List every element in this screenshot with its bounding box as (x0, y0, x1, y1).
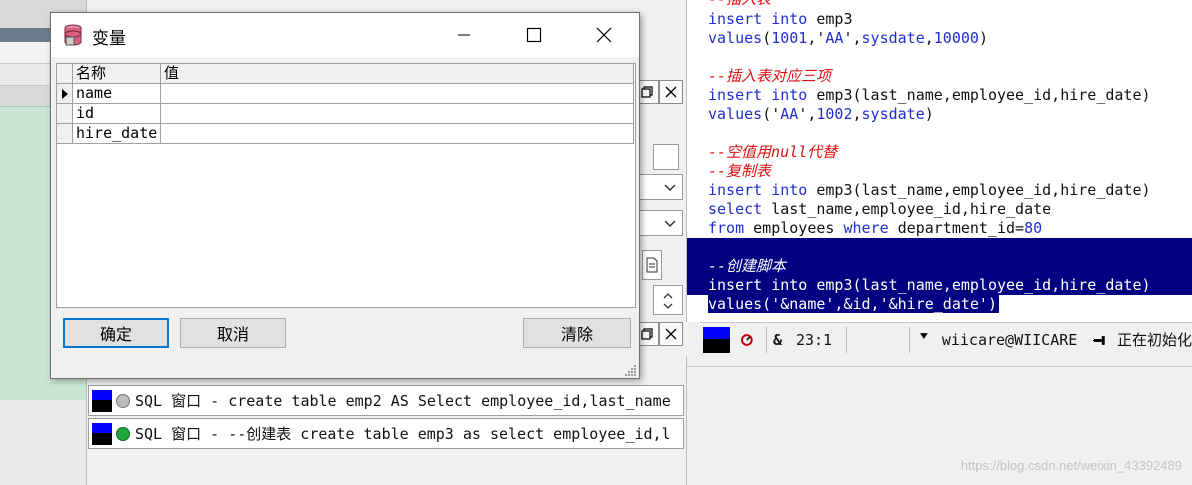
close-button[interactable] (569, 13, 639, 57)
row-indicator (57, 84, 73, 104)
close-icon[interactable] (659, 322, 683, 346)
variables-dialog: 变量 名称 值 name id hire_date 确定 取消 清除 (50, 12, 640, 379)
clear-button[interactable]: 清除 (523, 318, 631, 348)
table-row[interactable]: hire_date (57, 124, 635, 144)
close-icon[interactable] (659, 80, 683, 104)
code-line: values(1001,'AA',sysdate,10000) (708, 29, 988, 47)
code-line: insert into emp3(last_name,employee_id,h… (708, 181, 1151, 199)
variable-name-cell: name (73, 84, 161, 104)
resize-grip-icon[interactable] (625, 364, 637, 376)
bind-variable-indicator: & (772, 330, 782, 349)
database-connected-icon (116, 426, 130, 441)
chevron-down-icon[interactable] (920, 332, 928, 339)
variable-name-cell: hire_date (73, 124, 161, 144)
grid-header-indicator (57, 64, 73, 84)
column-header-name[interactable]: 名称 (73, 64, 161, 84)
variable-value-cell[interactable] (161, 124, 634, 144)
code-line-selected: insert into emp3(last_name,employee_id,h… (687, 276, 1192, 295)
connection-label: wiicare@WIICARE (941, 330, 1078, 349)
code-line-selected: values('&name',&id,'&hire_date') (708, 295, 999, 313)
variable-value-cell[interactable] (161, 84, 634, 104)
watermark-text: https://blog.csdn.net/weixin_43392489 (960, 458, 1182, 473)
sql-window-label: SQL 窗口 - create table emp2 AS Select emp… (135, 392, 671, 410)
document-icon[interactable] (642, 250, 662, 280)
close-icon (596, 27, 612, 43)
dialog-titlebar[interactable]: 变量 (51, 13, 639, 57)
code-line: values('AA',1002,sysdate) (708, 105, 934, 123)
grid-header-row: 名称 值 (57, 64, 635, 84)
pin-icon (1093, 335, 1106, 345)
dialog-title: 变量 (92, 29, 126, 49)
editor-statusbar: & 23:1 wiicare@WIICARE 正在初始化 (700, 322, 1192, 356)
code-line: insert into emp3 (708, 10, 853, 28)
row-indicator (57, 104, 73, 124)
code-line-selected (687, 238, 1192, 257)
window-flag-icon (92, 422, 112, 445)
code-line: --复制表 (708, 162, 772, 180)
cursor-position: 23:1 (795, 330, 833, 349)
minimize-icon (458, 34, 470, 36)
variable-name-cell: id (73, 104, 161, 124)
status-text: 正在初始化 (1116, 331, 1192, 349)
column-header-value[interactable]: 值 (161, 64, 634, 84)
table-row[interactable]: id (57, 104, 635, 124)
variables-grid[interactable]: 名称 值 name id hire_date (56, 63, 636, 308)
code-line: select last_name,employee_id,hire_date (708, 200, 1052, 218)
database-icon (116, 393, 130, 408)
code-line: --插入表对应三项 (708, 67, 832, 85)
current-row-arrow-icon (62, 89, 68, 99)
sql-editor[interactable]: --插入表 insert into emp3 values(1001,'AA',… (686, 0, 1192, 322)
table-row[interactable]: name (57, 84, 635, 104)
ok-button[interactable]: 确定 (63, 318, 169, 348)
variable-value-cell[interactable] (161, 104, 634, 124)
sql-window-item[interactable]: SQL 窗口 - --创建表 create table emp3 as sele… (88, 418, 684, 449)
execute-icon[interactable] (740, 333, 754, 347)
dropdown-box[interactable] (637, 210, 683, 236)
dropdown-box[interactable] (637, 174, 683, 200)
chevron-down-icon (664, 184, 676, 192)
maximize-button[interactable] (499, 13, 569, 57)
cancel-button[interactable]: 取消 (180, 318, 286, 348)
color-swatch-box[interactable] (653, 144, 679, 170)
sql-window-label: SQL 窗口 - --创建表 create table emp3 as sele… (135, 425, 671, 443)
sql-window-item[interactable]: SQL 窗口 - create table emp2 AS Select emp… (88, 385, 684, 416)
window-flag-icon (703, 326, 731, 353)
chevron-down-icon (664, 220, 676, 228)
minimize-button[interactable] (429, 13, 499, 57)
code-line-selected: --创建脚本 (687, 257, 1192, 276)
code-line: --空值用null代替 (708, 143, 838, 161)
database-icon (64, 24, 82, 46)
code-line: --插入表 (687, 0, 1192, 9)
background-bottom-area (0, 400, 90, 485)
code-line: insert into emp3(last_name,employee_id,h… (708, 86, 1151, 104)
spinner-control[interactable] (653, 285, 683, 315)
window-flag-icon (92, 389, 112, 412)
code-line: from employees where department_id=80 (708, 219, 1043, 237)
maximize-icon (526, 27, 542, 43)
row-indicator (57, 124, 73, 144)
